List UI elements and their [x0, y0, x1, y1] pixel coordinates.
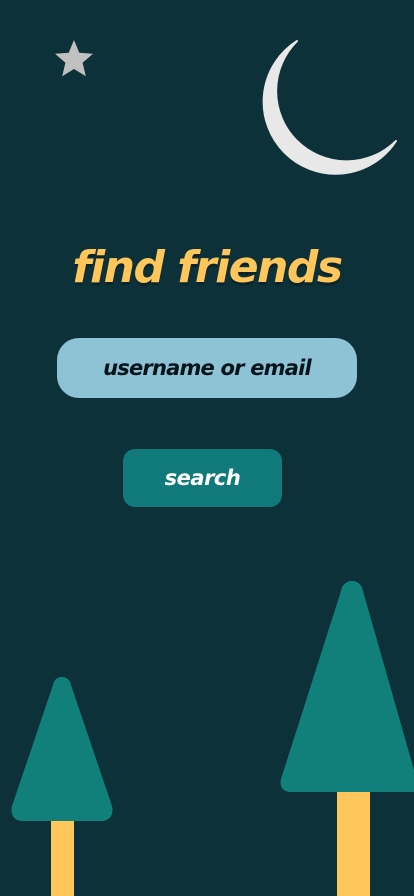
background-scene: [11, 40, 414, 896]
page-title: find friends: [72, 242, 343, 293]
tree-trunk: [337, 785, 370, 896]
search-button[interactable]: search: [123, 449, 282, 507]
tree-top: [280, 581, 414, 792]
tree-icon: [280, 581, 414, 896]
moon-icon: [262, 40, 397, 175]
tree-trunk: [51, 815, 74, 896]
star-icon: [55, 40, 93, 77]
tree-top: [11, 677, 113, 821]
tree-icon: [11, 677, 113, 896]
search-input[interactable]: [57, 338, 357, 398]
